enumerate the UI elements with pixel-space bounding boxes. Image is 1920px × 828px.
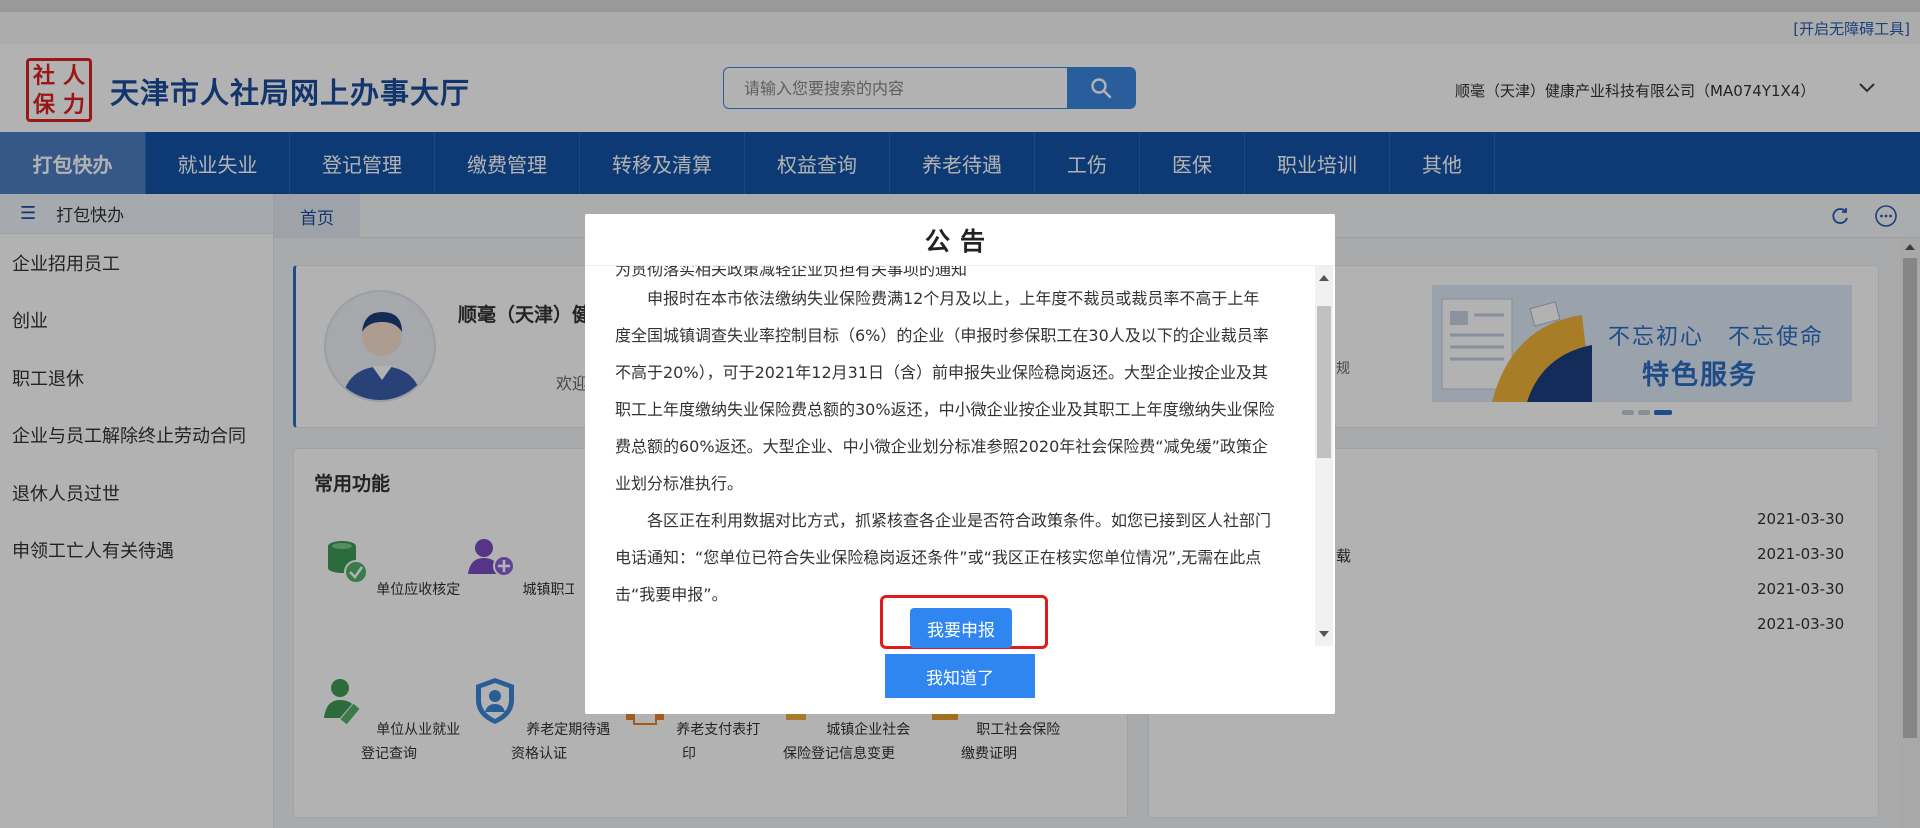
modal-scrollbar[interactable] xyxy=(1315,266,1333,646)
clipped-text-line: 为贯彻落实相关政策减轻企业负担有关事项的通知 xyxy=(615,266,968,279)
announcement-paragraph: 各区正在利用数据对比方式，抓紧核查各企业是否符合政策条件。如您已接到区人社部门电… xyxy=(615,511,1272,604)
acknowledge-button[interactable]: 我知道了 xyxy=(885,654,1035,698)
scroll-up-arrow[interactable] xyxy=(1319,275,1329,281)
scroll-down-arrow[interactable] xyxy=(1319,631,1329,637)
announcement-body: 为贯彻落实相关政策减轻企业负担有关事项的通知 申报时在本市依法缴纳失业保险费满1… xyxy=(615,266,1275,606)
apply-button[interactable]: 我要申报 xyxy=(910,608,1012,648)
modal-scroll-thumb[interactable] xyxy=(1317,306,1331,458)
announcement-modal: 公告 为贯彻落实相关政策减轻企业负担有关事项的通知 申报时在本市依法缴纳失业保险… xyxy=(585,214,1335,714)
announcement-paragraph: 申报时在本市依法缴纳失业保险费满12个月及以上，上年度不裁员或裁员率不高于上年度… xyxy=(615,289,1275,493)
modal-title: 公告 xyxy=(585,214,1335,266)
